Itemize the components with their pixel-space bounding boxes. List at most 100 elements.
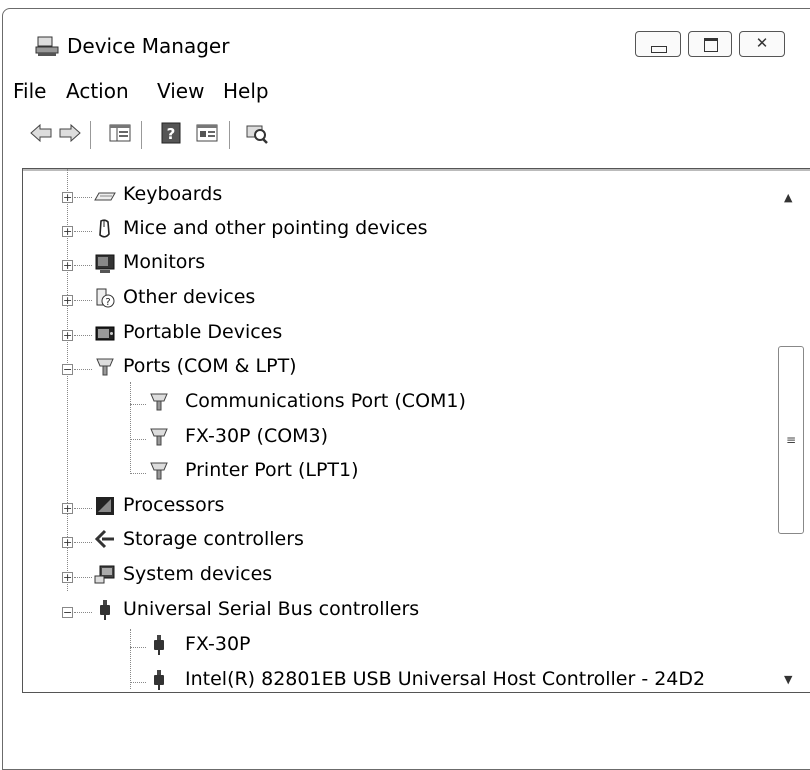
tree-connector <box>74 369 92 370</box>
scroll-up-arrow-icon[interactable]: ▲ <box>784 191 792 204</box>
scan-hardware-icon[interactable] <box>245 121 269 145</box>
scrollbar-thumb[interactable]: ≡ <box>778 346 804 534</box>
tree-node-printer-port[interactable]: Printer Port (LPT1) <box>23 455 783 489</box>
show-hide-console-tree-icon[interactable] <box>108 121 132 145</box>
tree-node-label: Keyboards <box>123 183 223 205</box>
tree-node-label: FX-30P (COM3) <box>185 425 329 447</box>
status-bar <box>3 699 810 759</box>
scroll-grip-icon: ≡ <box>786 433 797 447</box>
menu-bar: File Action View Help <box>3 71 810 111</box>
expand-toggle[interactable]: + <box>62 192 73 203</box>
tree-connector <box>74 542 92 543</box>
usb-icon <box>154 635 164 655</box>
device-manager-window: Device Manager ✕ File Action View Help ? <box>2 8 810 770</box>
storage-controller-icon <box>94 529 114 549</box>
port-icon <box>150 462 168 480</box>
tree-node-system-devices[interactable]: + System devices <box>23 559 783 593</box>
expand-toggle[interactable]: + <box>62 503 73 514</box>
menu-file[interactable]: File <box>13 79 46 103</box>
tree-node-label: Monitors <box>123 251 206 273</box>
close-button[interactable]: ✕ <box>739 31 785 57</box>
tree-connector <box>74 612 92 613</box>
maximize-button[interactable] <box>688 31 732 57</box>
collapse-toggle[interactable]: − <box>62 364 73 375</box>
tree-node-label: Universal Serial Bus controllers <box>123 598 420 620</box>
tree-node-storage-controllers[interactable]: + Storage controllers <box>23 524 783 558</box>
collapse-toggle[interactable]: − <box>62 607 73 618</box>
tree-connector <box>130 682 146 683</box>
expand-toggle[interactable]: + <box>62 260 73 271</box>
tree-connector <box>130 473 146 474</box>
tree-node-processors[interactable]: + Processors <box>23 490 783 524</box>
menu-help[interactable]: Help <box>223 79 269 103</box>
tree-node-communications-port[interactable]: Communications Port (COM1) <box>23 386 783 420</box>
svg-text:?: ? <box>167 125 176 143</box>
tree-node-mice[interactable]: + Mice and other pointing devices <box>23 213 783 247</box>
portable-device-icon <box>95 326 115 341</box>
usb-icon <box>100 600 110 620</box>
tree-node-label: FX-30P <box>185 633 251 655</box>
system-device-icon <box>94 565 115 584</box>
tree-connector <box>130 439 146 440</box>
tree-node-label: Portable Devices <box>123 321 283 343</box>
window-title: Device Manager <box>67 34 230 58</box>
tree-node-usb-controllers[interactable]: − Universal Serial Bus controllers <box>23 594 783 628</box>
port-icon <box>150 393 168 411</box>
tree-connector <box>74 508 92 509</box>
tree-node-label: Other devices <box>123 286 256 308</box>
toolbar-separator <box>90 121 91 149</box>
tree-node-intel-usb-host-controller[interactable]: Intel(R) 82801EB USB Universal Host Cont… <box>23 664 783 692</box>
scroll-down-arrow-icon[interactable]: ▼ <box>784 673 792 686</box>
toolbar-separator <box>229 121 230 149</box>
mouse-icon <box>99 219 110 238</box>
back-arrow-icon[interactable] <box>29 121 53 145</box>
tree-node-label: Ports (COM & LPT) <box>123 355 297 377</box>
toolbar-separator <box>141 121 142 149</box>
toolbar: ? <box>3 115 810 155</box>
tree-node-keyboards[interactable]: + Keyboards <box>23 179 783 213</box>
tree-connector <box>74 577 92 578</box>
device-manager-icon <box>35 36 59 56</box>
expand-toggle[interactable]: + <box>62 330 73 341</box>
tree-node-label: Storage controllers <box>123 528 304 550</box>
tree-connector <box>74 335 92 336</box>
expand-toggle[interactable]: + <box>62 295 73 306</box>
expand-toggle[interactable]: + <box>62 537 73 548</box>
processor-icon <box>96 497 114 515</box>
forward-arrow-icon[interactable] <box>58 121 82 145</box>
tree-node-label: Printer Port (LPT1) <box>185 459 359 481</box>
tree-node-label: Communications Port (COM1) <box>185 390 466 412</box>
port-icon <box>150 428 168 446</box>
tree-node-label: Intel(R) 82801EB USB Universal Host Cont… <box>185 668 706 690</box>
tree-connector <box>74 231 92 232</box>
menu-view[interactable]: View <box>157 79 204 103</box>
tree-node-monitors[interactable]: + Monitors <box>23 247 783 281</box>
tree-node-other-devices[interactable]: + ? Other devices <box>23 282 783 316</box>
monitor-icon <box>95 254 115 273</box>
tree-connector <box>130 404 146 405</box>
title-bar[interactable]: Device Manager ✕ <box>3 9 810 71</box>
tree-connector <box>74 300 92 301</box>
unknown-device-icon: ? <box>96 288 115 308</box>
tree-node-portable-devices[interactable]: + Portable Devices <box>23 317 783 351</box>
tree-node-label: Mice and other pointing devices <box>123 217 428 239</box>
properties-icon[interactable] <box>195 121 219 145</box>
expand-toggle[interactable]: + <box>62 572 73 583</box>
port-icon <box>96 358 114 376</box>
menu-action[interactable]: Action <box>66 79 129 103</box>
minimize-button[interactable] <box>635 31 681 57</box>
tree-node-ports[interactable]: − Ports (COM & LPT) <box>23 351 783 385</box>
keyboard-icon <box>94 192 116 201</box>
tree-node-usb-fx30p[interactable]: FX-30P <box>23 629 783 663</box>
tree-connector <box>74 265 92 266</box>
help-icon[interactable]: ? <box>159 121 183 145</box>
close-icon: ✕ <box>755 34 769 52</box>
tree-connector <box>74 197 92 198</box>
svg-text:?: ? <box>105 297 110 308</box>
tree-node-label: Processors <box>123 494 225 516</box>
device-tree[interactable]: + Keyboards + Mice and other pointing de… <box>22 168 810 693</box>
tree-node-fx30p-com3[interactable]: FX-30P (COM3) <box>23 421 783 455</box>
expand-toggle[interactable]: + <box>62 226 73 237</box>
usb-icon <box>154 670 164 690</box>
tree-connector <box>130 647 146 648</box>
